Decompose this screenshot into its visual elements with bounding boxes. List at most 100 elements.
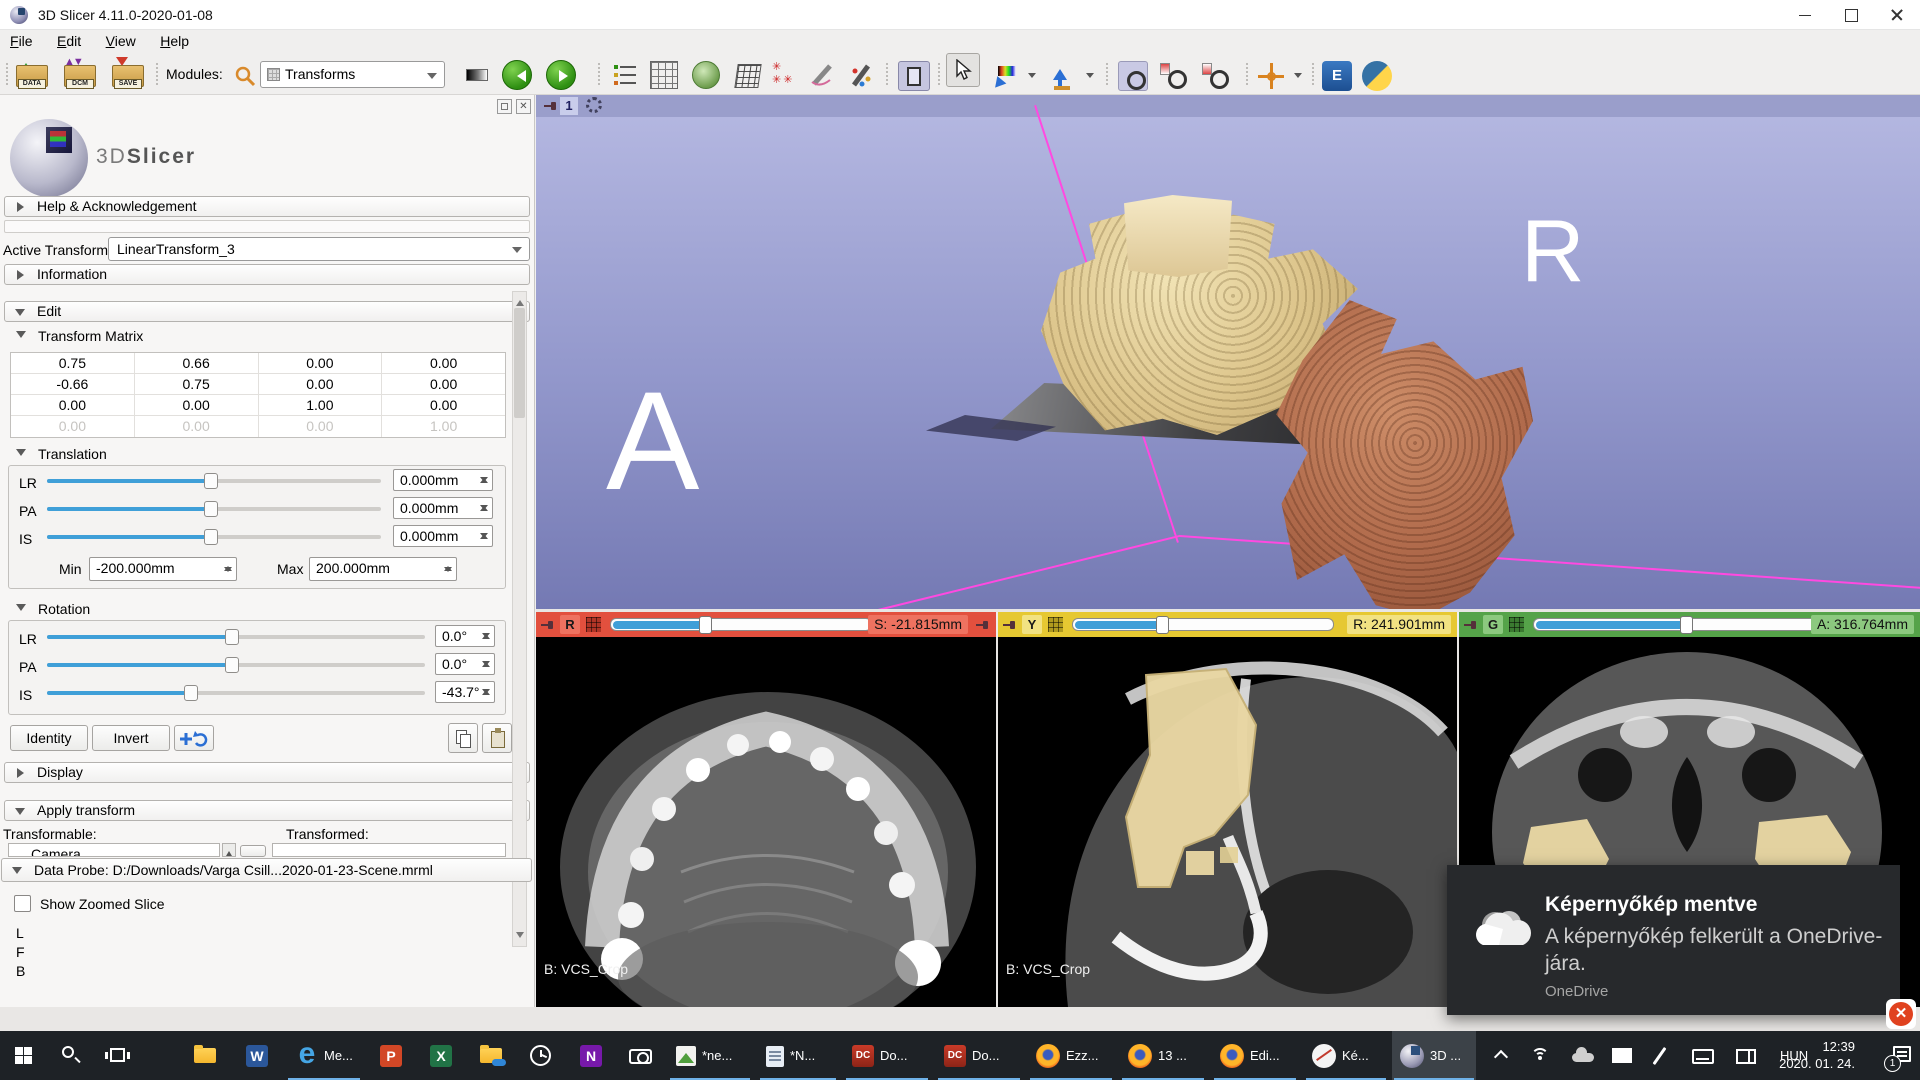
annotation-ruler-icon[interactable] [808, 62, 836, 90]
pen-tray-icon[interactable] [1653, 1047, 1667, 1065]
transformable-item-camera[interactable]: Camera [9, 844, 219, 857]
paste-transform-button[interactable] [482, 723, 512, 753]
taskbar-word[interactable]: W [234, 1031, 280, 1080]
help-acknowledgement-section[interactable]: Help & Acknowledgement [4, 196, 530, 217]
wifi-icon[interactable] [1531, 1048, 1551, 1064]
pin-icon[interactable] [544, 101, 558, 111]
red-slice-offset[interactable]: S: -21.815mm [868, 615, 968, 634]
taskbar-edge-window[interactable]: e Me... [286, 1031, 362, 1080]
matrix-cell[interactable]: 0.00 [382, 374, 505, 394]
sync-error-badge[interactable]: ✕ [1886, 999, 1916, 1029]
menu-file[interactable]: File [0, 30, 43, 52]
touchpad-icon[interactable] [1736, 1049, 1756, 1064]
rotation-pa-spinbox[interactable]: 0.0° [435, 653, 495, 675]
transforms-toolbar-icon[interactable] [734, 64, 761, 88]
threed-view[interactable]: 1 A R [536, 95, 1920, 612]
taskbar-firefox-window-3[interactable]: Edi... [1212, 1031, 1298, 1080]
markups-fiducial-icon[interactable]: ✳✳✳ [772, 61, 802, 91]
taskbar-powerpoint[interactable]: P [368, 1031, 414, 1080]
menu-help[interactable]: Help [150, 30, 199, 52]
max-spinbox[interactable]: 200.000mm [309, 557, 457, 581]
models-module-icon[interactable] [692, 61, 720, 89]
yellow-slice-slider[interactable] [1072, 618, 1334, 631]
taskbar-firefox-window-1[interactable]: Ezz... [1028, 1031, 1114, 1080]
taskbar-slicer-window[interactable]: 3D ... [1392, 1031, 1476, 1080]
slider-handle[interactable] [699, 616, 712, 634]
yellow-slice-letter[interactable]: Y [1022, 615, 1042, 634]
panel-scrollbar[interactable] [512, 291, 527, 947]
matrix-cell[interactable]: 0.75 [11, 353, 135, 373]
translation-header[interactable]: Translation [38, 446, 107, 462]
dicom-button[interactable]: ▲▼ DCM [62, 59, 100, 91]
tray-device-icon[interactable] [1612, 1048, 1632, 1063]
scene-view-capture-icon[interactable] [1160, 61, 1190, 91]
panel-float-icon[interactable] [497, 99, 512, 114]
touch-keyboard-icon[interactable] [1692, 1049, 1714, 1064]
edit-section[interactable]: Edit [4, 301, 530, 322]
search-button[interactable] [48, 1031, 96, 1080]
slider-handle[interactable] [225, 629, 239, 645]
rotation-lr-spinbox[interactable]: 0.0° [435, 625, 495, 647]
maximize-button[interactable] [1828, 0, 1874, 30]
yellow-slice-offset[interactable]: R: 241.901mm [1347, 615, 1451, 634]
python-console-icon[interactable] [1362, 61, 1392, 91]
taskbar-snipping-window[interactable]: Ké... [1304, 1031, 1388, 1080]
scroll-down-arrow[interactable] [516, 932, 524, 942]
identity-button[interactable]: Identity [10, 725, 88, 751]
save-button[interactable]: SAVE [110, 59, 148, 91]
data-probe-section[interactable]: Data Probe: D:/Downloads/Varga Csill...2… [1, 858, 532, 882]
start-button[interactable] [0, 1031, 48, 1080]
slider-handle[interactable] [204, 501, 218, 517]
pin-icon[interactable] [541, 620, 555, 630]
matrix-cell[interactable]: 0.75 [135, 374, 259, 394]
rotation-is-slider[interactable] [47, 684, 425, 702]
min-spinbox[interactable]: -200.000mm [89, 557, 237, 581]
screenshot-layout-icon[interactable] [898, 61, 930, 91]
minimize-button[interactable] [1782, 0, 1828, 30]
module-selector[interactable]: Transforms [260, 61, 445, 88]
menu-view[interactable]: View [96, 30, 146, 52]
scroll-up-arrow[interactable] [516, 296, 524, 306]
information-section[interactable]: Information [4, 264, 530, 285]
transformed-list[interactable] [272, 843, 506, 857]
rotation-header[interactable]: Rotation [38, 601, 90, 617]
taskbar-onedrive-folder[interactable] [468, 1031, 514, 1080]
pin-icon[interactable] [976, 620, 990, 630]
matrix-cell[interactable]: 1.00 [259, 395, 383, 415]
rotation-pa-slider[interactable] [47, 656, 425, 674]
yellow-slice-view[interactable]: B: VCS_Crop [998, 637, 1457, 1007]
taskbar-firefox-window-2[interactable]: 13 ... [1120, 1031, 1206, 1080]
show-zoomed-slice-checkbox[interactable] [14, 895, 31, 912]
translation-lr-slider[interactable] [47, 472, 381, 490]
transformable-list[interactable]: Camera [8, 843, 220, 857]
annotation-pen-icon[interactable] [846, 62, 874, 90]
add-transform-split-button[interactable] [174, 725, 214, 751]
mouse-interaction-button[interactable] [946, 53, 980, 87]
green-slice-letter[interactable]: G [1483, 615, 1503, 634]
matrix-cell[interactable]: 0.00 [135, 395, 259, 415]
translation-pa-spinbox[interactable]: 0.000mm [393, 497, 493, 519]
display-section[interactable]: Display [4, 762, 530, 783]
crosshair-dropdown-carat[interactable] [1294, 73, 1302, 82]
matrix-cell[interactable]: 0.00 [11, 395, 135, 415]
menu-edit[interactable]: Edit [47, 30, 91, 52]
module-search-icon[interactable] [234, 65, 256, 87]
slice-visibility-icon[interactable] [1509, 617, 1524, 632]
invert-button[interactable]: Invert [92, 725, 170, 751]
transformable-scroll-up[interactable] [222, 843, 236, 857]
red-slice-slider[interactable] [610, 618, 872, 631]
red-slice-letter[interactable]: R [560, 615, 580, 634]
translation-pa-slider[interactable] [47, 500, 381, 518]
slider-handle[interactable] [225, 657, 239, 673]
taskbar-dc-window-2[interactable]: DC Do... [936, 1031, 1022, 1080]
modules-history-swatch[interactable] [466, 69, 488, 81]
slice-visibility-icon[interactable] [1048, 617, 1063, 632]
close-button[interactable] [1874, 0, 1920, 30]
onedrive-notification[interactable]: Képernyőkép mentve A képernyőkép felkerü… [1447, 865, 1900, 1015]
task-view-button[interactable] [96, 1031, 144, 1080]
taskbar-camera[interactable] [618, 1031, 664, 1080]
matrix-cell[interactable]: 0.66 [135, 353, 259, 373]
matrix-cell[interactable]: 0.00 [382, 395, 505, 415]
taskbar-notepad-window[interactable]: *N... [758, 1031, 838, 1080]
transform-matrix-table[interactable]: 0.75 0.66 0.00 0.00 -0.66 0.75 0.00 0.00… [10, 352, 506, 438]
